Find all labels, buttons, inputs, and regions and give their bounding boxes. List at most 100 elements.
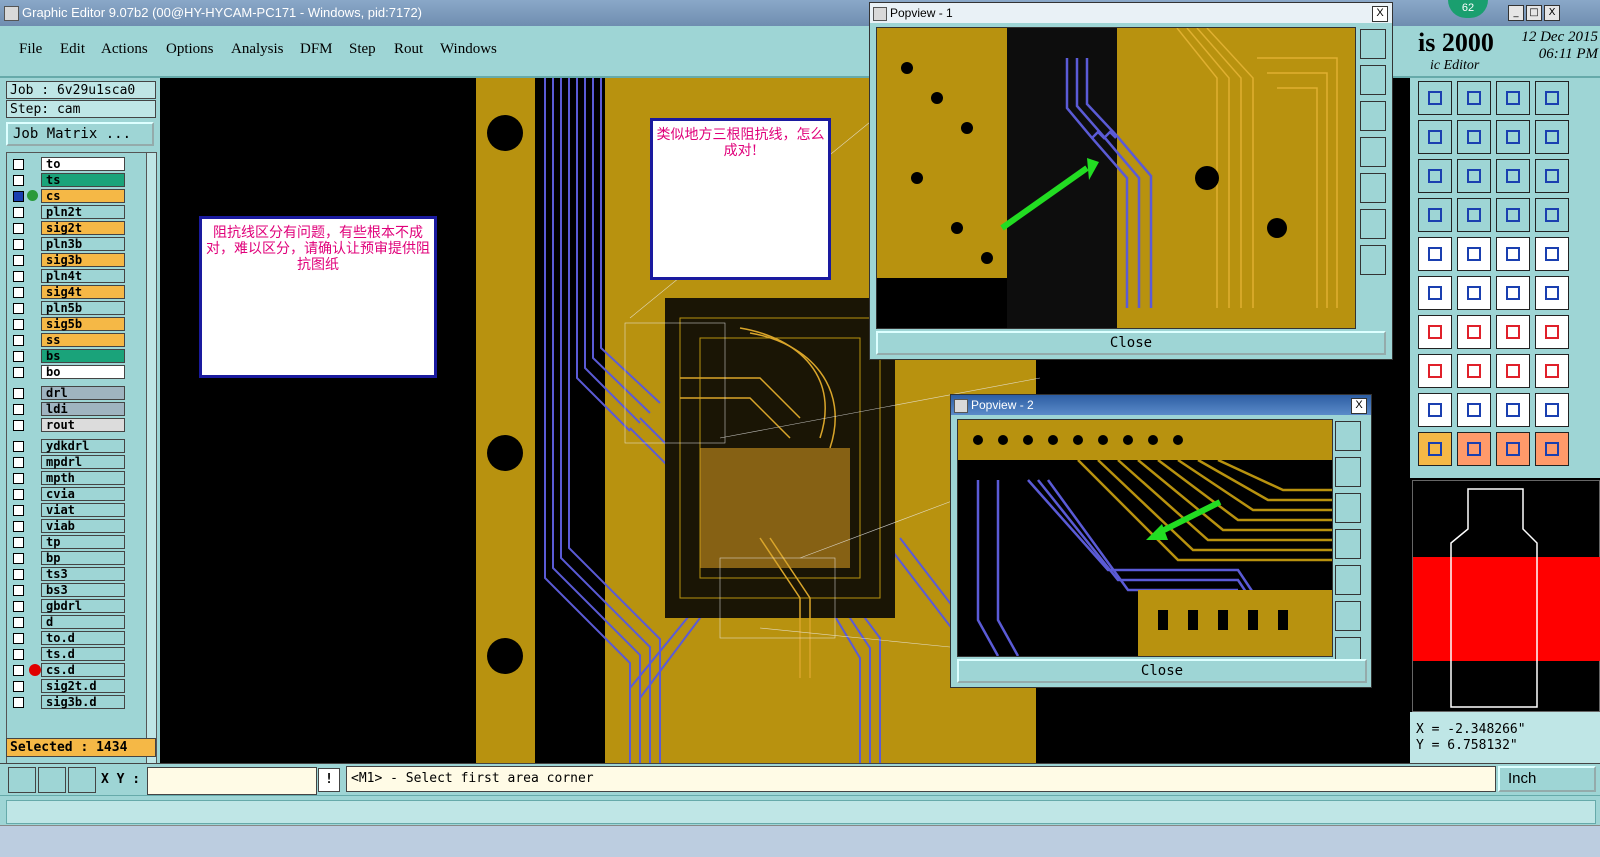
layer-row-to-d[interactable]: to.d — [7, 631, 147, 646]
layer-row-viat[interactable]: viat — [7, 503, 147, 518]
layer-row-d[interactable]: d — [7, 615, 147, 630]
layer-row-bs[interactable]: bs — [7, 349, 147, 364]
circle-icon[interactable] — [1535, 237, 1569, 271]
menu-options[interactable]: Options — [166, 41, 214, 58]
restore-button[interactable]: □ — [1526, 5, 1542, 21]
layer-checkbox[interactable] — [13, 649, 24, 660]
layer-checkbox[interactable] — [13, 207, 24, 218]
layer-checkbox[interactable] — [13, 569, 24, 580]
triangle-d-icon[interactable] — [1535, 393, 1569, 427]
layer-name[interactable]: drl — [41, 386, 125, 400]
fill-a-icon[interactable] — [1418, 354, 1452, 388]
point-b-icon[interactable] — [1535, 276, 1569, 310]
layer-row-ts3[interactable]: ts3 — [7, 567, 147, 582]
scale-1-2-icon[interactable] — [1535, 120, 1569, 154]
layer-b-icon[interactable] — [1535, 198, 1569, 232]
fill-b-icon[interactable] — [1457, 354, 1491, 388]
node-icon[interactable] — [1418, 276, 1452, 310]
close-window-button[interactable]: X — [1544, 5, 1560, 21]
layer-checkbox[interactable] — [13, 457, 24, 468]
layer-name[interactable]: sig2t.d — [41, 679, 125, 693]
layer-row-pln5b[interactable]: pln5b — [7, 301, 147, 316]
layer-checkbox[interactable] — [13, 420, 24, 431]
layer-checkbox[interactable] — [13, 489, 24, 500]
layer-checkbox[interactable] — [13, 255, 24, 266]
popview-2-tool-3-icon[interactable] — [1335, 493, 1361, 523]
layer-name[interactable]: sig4t — [41, 285, 125, 299]
minimize-button[interactable]: _ — [1508, 5, 1524, 21]
layer-name[interactable]: ss — [41, 333, 125, 347]
layer-name[interactable]: sig3b.d — [41, 695, 125, 709]
layer-list-scrollbar[interactable] — [146, 152, 157, 764]
popview-1-tool-5-icon[interactable] — [1360, 173, 1386, 203]
menu-analysis[interactable]: Analysis — [231, 41, 284, 58]
layer-checkbox[interactable] — [13, 441, 24, 452]
layer-row-cs[interactable]: cs — [7, 189, 147, 204]
rotate-icon[interactable] — [1418, 159, 1452, 193]
layer-row-bs3[interactable]: bs3 — [7, 583, 147, 598]
layer-name[interactable]: mpth — [41, 471, 125, 485]
layer-row-sig2t[interactable]: sig2t — [7, 221, 147, 236]
grid-tool-icon[interactable] — [68, 767, 96, 793]
layer-name[interactable]: rout — [41, 418, 125, 432]
layer-row-cs-d[interactable]: cs.d — [7, 663, 147, 678]
popview-2-tool-6-icon[interactable] — [1335, 601, 1361, 631]
layer-row-bp[interactable]: bp — [7, 551, 147, 566]
popview-2-titlebar[interactable]: Popview - 2 X — [951, 395, 1371, 415]
layer-checkbox[interactable] — [13, 287, 24, 298]
layer-name[interactable]: ts — [41, 173, 125, 187]
layer-row-ss[interactable]: ss — [7, 333, 147, 348]
unit-select[interactable]: Inch — [1498, 766, 1596, 792]
popview-1-tool-2-icon[interactable] — [1360, 65, 1386, 95]
layer-checkbox[interactable] — [13, 681, 24, 692]
zoom-window-icon[interactable] — [1535, 81, 1569, 115]
menu-edit[interactable]: Edit — [60, 41, 85, 58]
layer-name[interactable]: bo — [41, 365, 125, 379]
triangle-b-icon[interactable] — [1457, 393, 1491, 427]
popview-2-tool-5-icon[interactable] — [1335, 565, 1361, 595]
layer-row-ts[interactable]: ts — [7, 173, 147, 188]
layer-name[interactable]: mpdrl — [41, 455, 125, 469]
layer-checkbox[interactable] — [13, 388, 24, 399]
menu-dfm[interactable]: DFM — [300, 41, 333, 58]
cross-icon[interactable] — [1457, 276, 1491, 310]
popview-2-tool-2-icon[interactable] — [1335, 457, 1361, 487]
layer-name[interactable]: viat — [41, 503, 125, 517]
pad-icon[interactable] — [1418, 237, 1452, 271]
layer-name[interactable]: ydkdrl — [41, 439, 125, 453]
layer-name[interactable]: cs.d — [41, 663, 125, 677]
layer-name[interactable]: pln5b — [41, 301, 125, 315]
move-down-icon[interactable] — [1457, 81, 1491, 115]
point-a-icon[interactable] — [1496, 276, 1530, 310]
mirror-icon[interactable] — [1496, 120, 1530, 154]
measure-icon[interactable] — [1418, 198, 1452, 232]
rotate-arc-icon[interactable] — [1496, 315, 1530, 349]
menu-file[interactable]: File — [19, 41, 42, 58]
layer-checkbox[interactable] — [13, 367, 24, 378]
layer-row-pln3b[interactable]: pln3b — [7, 237, 147, 252]
popview-1-titlebar[interactable]: Popview - 1 X — [870, 3, 1392, 23]
diagonal-icon[interactable] — [1457, 237, 1491, 271]
layer-row-mpth[interactable]: mpth — [7, 471, 147, 486]
cursor-net-icon[interactable] — [1535, 432, 1569, 466]
popview-2-view[interactable] — [957, 419, 1333, 657]
popview-2-tool-4-icon[interactable] — [1335, 529, 1361, 559]
popview-1-tool-1-icon[interactable] — [1360, 29, 1386, 59]
help-icon[interactable] — [1535, 159, 1569, 193]
layer-name[interactable]: ts3 — [41, 567, 125, 581]
snap-tool-icon[interactable] — [8, 767, 36, 793]
line-a-icon[interactable] — [1418, 315, 1452, 349]
layer-name[interactable]: viab — [41, 519, 125, 533]
layer-name[interactable]: sig3b — [41, 253, 125, 267]
layer-checkbox[interactable] — [13, 404, 24, 415]
layer-checkbox[interactable] — [13, 553, 24, 564]
menu-windows[interactable]: Windows — [440, 41, 497, 58]
layer-row-pln4t[interactable]: pln4t — [7, 269, 147, 284]
menu-rout[interactable]: Rout — [394, 41, 423, 58]
layer-row-pln2t[interactable]: pln2t — [7, 205, 147, 220]
layer-name[interactable]: gbdrl — [41, 599, 125, 613]
layer-row-mpdrl[interactable]: mpdrl — [7, 455, 147, 470]
layer-checkbox[interactable] — [13, 697, 24, 708]
triangle-a-icon[interactable] — [1418, 393, 1452, 427]
layer-checkbox[interactable] — [13, 223, 24, 234]
